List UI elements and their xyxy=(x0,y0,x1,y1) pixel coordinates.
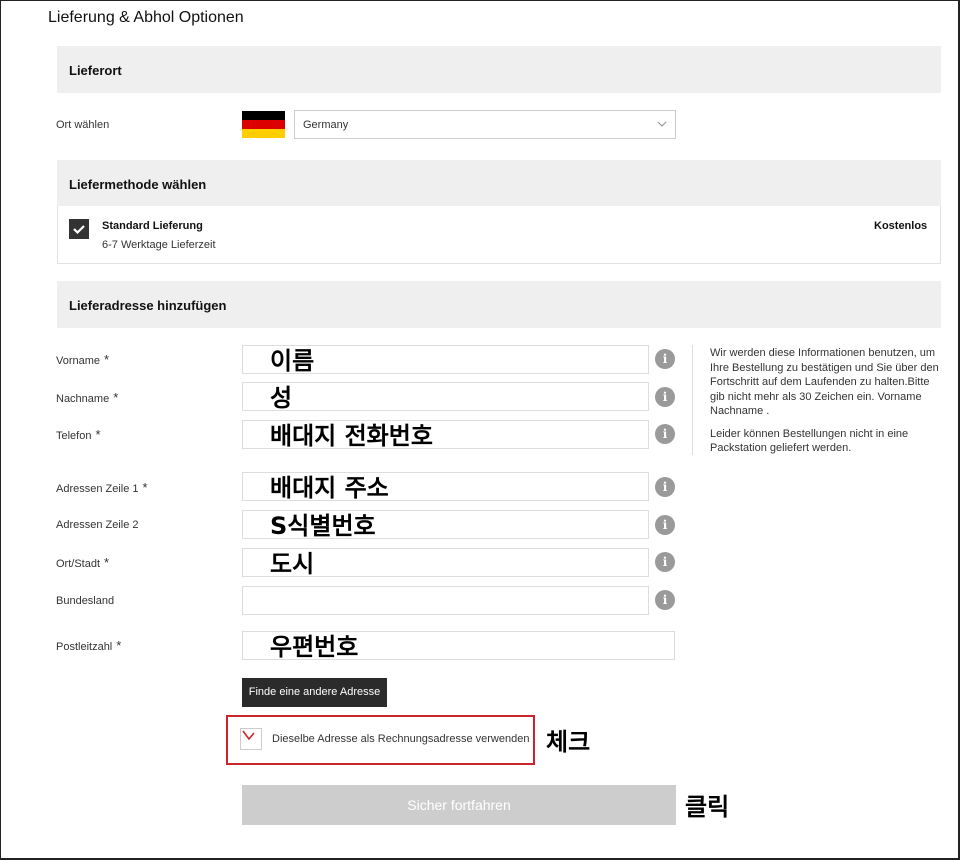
last-name-label: Nachname * xyxy=(56,390,119,405)
location-label: Ort wählen xyxy=(56,119,110,131)
address-line1-input[interactable]: 배대지 주소 xyxy=(242,472,649,502)
info-panel: Wir werden diese Informationen benutzen,… xyxy=(710,346,942,456)
first-name-label: Vorname * xyxy=(56,352,110,367)
method-time: 6-7 Werktage Lieferzeit xyxy=(102,239,216,251)
last-name-value: 성 xyxy=(270,384,293,412)
city-label: Ort/Stadt * xyxy=(56,555,110,570)
method-name: Standard Lieferung xyxy=(102,220,203,232)
method-price: Kostenlos xyxy=(874,220,928,232)
required-mark: * xyxy=(113,390,119,405)
info-icon[interactable]: i xyxy=(655,590,675,610)
address-section-title: Lieferadresse hinzufügen xyxy=(69,298,227,313)
required-mark: * xyxy=(116,638,122,653)
method-section-header: Liefermethode wählen xyxy=(57,160,941,207)
address-line2-value: S식별번호 xyxy=(270,512,376,540)
address-line1-label: Adressen Zeile 1 * xyxy=(56,480,148,495)
checkmark-icon xyxy=(73,225,85,235)
find-address-button[interactable]: Finde eine andere Adresse xyxy=(242,678,387,707)
location-section-header: Lieferort xyxy=(57,46,941,93)
country-select[interactable]: Germany xyxy=(294,110,676,139)
chevron-down-icon xyxy=(657,121,667,127)
country-select-value: Germany xyxy=(303,119,349,131)
page-title: Lieferung & Abhol Optionen xyxy=(48,9,244,26)
phone-input[interactable]: 배대지 전화번호 xyxy=(242,420,649,450)
last-name-input[interactable]: 성 xyxy=(242,382,649,412)
phone-label: Telefon * xyxy=(56,427,101,442)
address-section-header: Lieferadresse hinzufügen xyxy=(57,281,941,328)
info-icon[interactable]: i xyxy=(655,552,675,572)
state-label: Bundesland xyxy=(56,595,115,607)
location-section-title: Lieferort xyxy=(69,63,122,78)
state-input[interactable] xyxy=(242,586,649,615)
required-mark: * xyxy=(95,427,101,442)
info-icon[interactable]: i xyxy=(655,515,675,535)
first-name-value: 이름 xyxy=(270,347,315,375)
address-line2-label: Adressen Zeile 2 xyxy=(56,519,139,531)
first-name-input[interactable]: 이름 xyxy=(242,345,649,375)
red-checkmark-icon xyxy=(242,730,255,741)
postal-code-input[interactable]: 우편번호 xyxy=(242,631,675,661)
continue-button[interactable]: Sicher fortfahren xyxy=(242,785,676,825)
info-divider xyxy=(692,345,693,455)
info-icon[interactable]: i xyxy=(655,387,675,407)
method-section-title: Liefermethode wählen xyxy=(69,177,207,192)
info-icon[interactable]: i xyxy=(655,424,675,444)
info-text-packstation: Leider können Bestellungen nicht in eine… xyxy=(710,427,909,455)
delivery-method-option[interactable] xyxy=(57,206,941,264)
annotation-click: 클릭 xyxy=(685,793,730,821)
germany-flag-icon xyxy=(242,111,285,138)
phone-value: 배대지 전화번호 xyxy=(270,422,433,450)
method-checkbox[interactable] xyxy=(69,219,89,239)
city-input[interactable]: 도시 xyxy=(242,548,649,578)
annotation-check: 체크 xyxy=(546,728,591,756)
postal-code-value: 우편번호 xyxy=(270,633,359,661)
same-billing-checkbox[interactable] xyxy=(240,728,262,750)
city-value: 도시 xyxy=(270,550,315,578)
address-line2-input[interactable]: S식별번호 xyxy=(242,510,649,540)
address-line1-value: 배대지 주소 xyxy=(270,474,389,502)
required-mark: * xyxy=(104,555,110,570)
info-icon[interactable]: i xyxy=(655,477,675,497)
info-icon[interactable]: i xyxy=(655,349,675,369)
required-mark: * xyxy=(104,352,110,367)
same-billing-label[interactable]: Dieselbe Adresse als Rechnungsadresse ve… xyxy=(272,733,529,745)
required-mark: * xyxy=(142,480,148,495)
info-text-privacy: Wir werden diese Informationen benutzen,… xyxy=(710,347,939,417)
postal-code-label: Postleitzahl * xyxy=(56,638,122,653)
